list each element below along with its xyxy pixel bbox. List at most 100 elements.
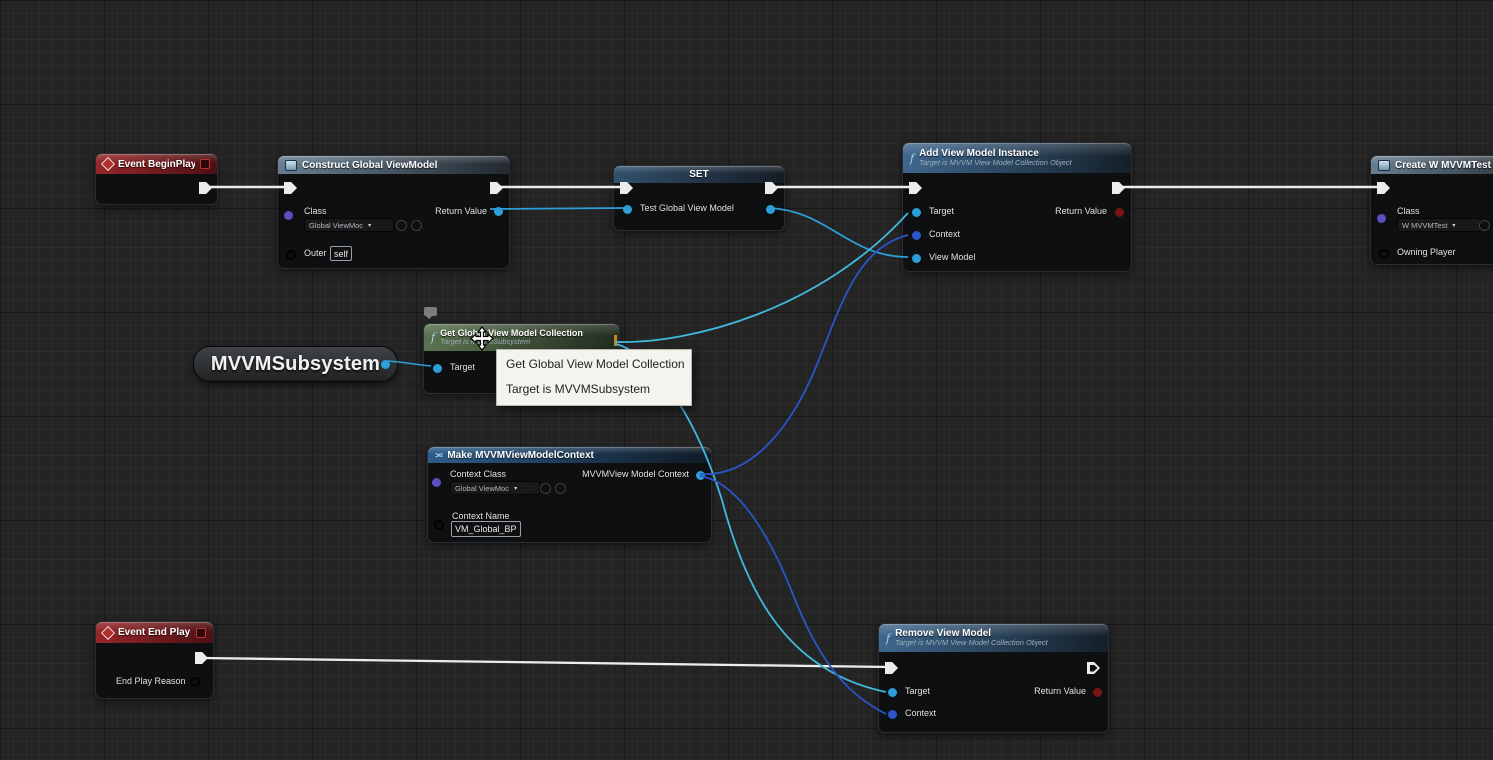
return-value-label: Return Value bbox=[1034, 686, 1086, 696]
target-pin[interactable] bbox=[888, 688, 897, 697]
node-title: SET bbox=[689, 169, 708, 180]
node-header: Event BeginPlay bbox=[96, 154, 217, 174]
asset-browse-icons[interactable] bbox=[396, 220, 422, 231]
widget-icon bbox=[1378, 160, 1390, 171]
value-in-pin[interactable] bbox=[623, 205, 632, 214]
event-delegate-pin[interactable] bbox=[200, 159, 210, 169]
value-out-pin[interactable] bbox=[766, 205, 775, 214]
context-pin-label: Context bbox=[905, 708, 936, 718]
node-header: >= Make MVVMViewModelContext bbox=[428, 447, 711, 463]
chevron-down-icon: ▾ bbox=[368, 222, 371, 229]
node-remove-view-model[interactable]: f Remove View Model Target is MVVM View … bbox=[878, 623, 1109, 733]
return-value-pin[interactable] bbox=[1093, 688, 1102, 697]
value-pin-label: Test Global View Model bbox=[640, 203, 734, 213]
node-header: f Add View Model Instance Target is MVVM… bbox=[903, 143, 1131, 173]
end-play-reason-pin[interactable] bbox=[190, 677, 200, 687]
asset-browse-icons[interactable] bbox=[1479, 220, 1490, 231]
node-event-end-play[interactable]: Event End Play End Play Reason bbox=[95, 621, 214, 699]
exec-out-pin[interactable] bbox=[765, 182, 778, 194]
node-subtitle: Target is MVVM View Model Collection Obj… bbox=[895, 639, 1048, 648]
outer-pin[interactable] bbox=[286, 250, 296, 260]
context-pin[interactable] bbox=[912, 231, 921, 240]
node-title: Construct Global ViewModel bbox=[302, 160, 437, 171]
return-value-label: Return Value bbox=[1055, 206, 1107, 216]
node-construct-global-viewmodel[interactable]: Construct Global ViewModel Class Global … bbox=[277, 155, 510, 269]
class-dropdown-value: W MVVMTest bbox=[1402, 221, 1447, 230]
class-pin[interactable] bbox=[1377, 214, 1386, 223]
node-header: f Remove View Model Target is MVVM View … bbox=[879, 624, 1108, 652]
owning-player-label: Owning Player bbox=[1397, 247, 1456, 257]
event-delegate-pin[interactable] bbox=[196, 628, 206, 638]
class-dropdown[interactable]: W MVVMTest ▾ bbox=[1397, 218, 1481, 232]
exec-in-pin[interactable] bbox=[1377, 182, 1390, 194]
tooltip-title: Get Global View Model Collection bbox=[506, 357, 682, 371]
target-pin-label: Target bbox=[929, 206, 954, 216]
variable-out-pin[interactable] bbox=[381, 360, 390, 369]
context-pin[interactable] bbox=[888, 710, 897, 719]
return-value-pin[interactable] bbox=[494, 207, 503, 216]
chevron-down-icon: ▾ bbox=[1452, 222, 1455, 229]
function-icon: f bbox=[431, 332, 435, 343]
event-icon bbox=[101, 625, 115, 639]
target-pin[interactable] bbox=[433, 364, 442, 373]
view-model-pin[interactable] bbox=[912, 254, 921, 263]
comment-bubble-icon[interactable] bbox=[424, 307, 437, 316]
target-pin[interactable] bbox=[912, 208, 921, 217]
class-dropdown[interactable]: Global ViewMoc ▾ bbox=[304, 218, 394, 232]
node-title: Event BeginPlay bbox=[118, 159, 195, 170]
asset-browse-icons[interactable] bbox=[540, 483, 566, 494]
context-class-dropdown[interactable]: Global ViewMoc ▾ bbox=[450, 481, 540, 495]
end-play-reason-label: End Play Reason bbox=[116, 676, 186, 686]
node-event-begin-play[interactable]: Event BeginPlay bbox=[95, 153, 218, 205]
node-create-widget[interactable]: Create W MVVMTest Wi Class W MVVMTest ▾ … bbox=[1370, 155, 1493, 265]
context-name-pin[interactable] bbox=[434, 520, 444, 530]
return-value-pin[interactable] bbox=[1115, 208, 1124, 217]
browse-icon[interactable] bbox=[540, 483, 551, 494]
search-icon[interactable] bbox=[411, 220, 422, 231]
function-icon: f bbox=[886, 633, 890, 644]
node-title: Get Global View Model Collection bbox=[440, 328, 583, 338]
exec-out-pin[interactable] bbox=[199, 182, 212, 194]
node-header: Construct Global ViewModel bbox=[278, 156, 509, 174]
search-icon[interactable] bbox=[555, 483, 566, 494]
outer-value-field[interactable]: self bbox=[330, 246, 352, 261]
context-name-field[interactable]: VM_Global_BP bbox=[451, 521, 521, 537]
node-subtitle: Target is MVVM View Model Collection Obj… bbox=[919, 159, 1072, 168]
output-pin-label: MVVMView Model Context bbox=[582, 469, 689, 479]
browse-icon[interactable] bbox=[1479, 220, 1490, 231]
exec-in-pin[interactable] bbox=[885, 662, 898, 674]
class-pin[interactable] bbox=[284, 211, 293, 220]
node-set-test-global-view-model[interactable]: SET Test Global View Model bbox=[613, 165, 785, 231]
context-class-value: Global ViewMoc bbox=[455, 484, 509, 493]
exec-out-pin[interactable] bbox=[1087, 662, 1100, 674]
return-value-label: Return Value bbox=[435, 206, 487, 216]
browse-icon[interactable] bbox=[396, 220, 407, 231]
output-pin[interactable] bbox=[696, 471, 705, 480]
context-class-label: Context Class bbox=[450, 469, 506, 479]
target-pin-label: Target bbox=[450, 362, 475, 372]
owning-player-pin[interactable] bbox=[1379, 249, 1389, 259]
chevron-down-icon: ▾ bbox=[514, 485, 517, 492]
node-header: Create W MVVMTest Wi bbox=[1371, 156, 1493, 174]
exec-in-pin[interactable] bbox=[909, 182, 922, 194]
exec-out-pin[interactable] bbox=[490, 182, 503, 194]
node-add-view-model-instance[interactable]: f Add View Model Instance Target is MVVM… bbox=[902, 142, 1132, 272]
node-title: Add View Model Instance bbox=[919, 148, 1072, 160]
node-mvvm-subsystem-getter[interactable]: MVVMSubsystem bbox=[193, 346, 398, 382]
node-title: Make MVVMViewModelContext bbox=[447, 450, 594, 461]
exec-in-pin[interactable] bbox=[284, 182, 297, 194]
class-dropdown-value: Global ViewMoc bbox=[309, 221, 363, 230]
node-make-mvvm-viewmodel-context[interactable]: >= Make MVVMViewModelContext Context Cla… bbox=[427, 446, 712, 543]
context-pin-label: Context bbox=[929, 229, 960, 239]
context-class-pin[interactable] bbox=[432, 478, 441, 487]
exec-in-pin[interactable] bbox=[620, 182, 633, 194]
view-model-pin-label: View Model bbox=[929, 252, 975, 262]
node-header: f Get Global View Model Collection Targe… bbox=[424, 324, 619, 351]
exec-out-pin[interactable] bbox=[195, 652, 208, 664]
node-title: Create W MVVMTest Wi bbox=[1395, 160, 1493, 171]
tooltip: Get Global View Model Collection Target … bbox=[496, 349, 692, 406]
blueprint-graph-canvas[interactable]: Event BeginPlay Construct Global ViewMod… bbox=[0, 0, 1493, 760]
class-pin-label: Class bbox=[304, 206, 327, 216]
make-struct-icon: >= bbox=[435, 451, 442, 460]
exec-out-pin[interactable] bbox=[1112, 182, 1125, 194]
